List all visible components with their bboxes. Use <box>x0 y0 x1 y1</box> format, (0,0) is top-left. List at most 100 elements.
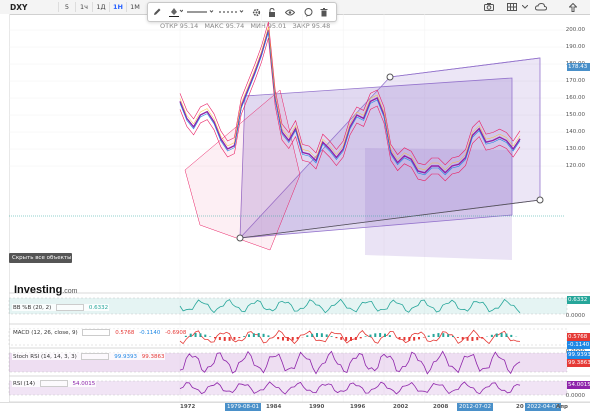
anchor-handle <box>537 197 543 203</box>
x-tick-1972: 1972 <box>180 404 195 410</box>
bubble-icon[interactable] <box>302 6 314 18</box>
macd-hist-bar <box>316 333 318 337</box>
macd-hist-bar <box>219 337 221 340</box>
bb-settings-icon[interactable] <box>56 304 84 311</box>
bb-envelope <box>185 90 300 250</box>
macd-pane-line <box>180 330 520 343</box>
timeframe-5[interactable]: 5 <box>58 2 75 12</box>
macd-hist-bar <box>462 337 464 340</box>
timeframe-1w[interactable]: 1Н <box>109 2 126 12</box>
rsi-settings-icon[interactable] <box>40 380 68 387</box>
rsi-label: RSI (14) 54.0015 <box>12 380 96 387</box>
gear-icon[interactable] <box>250 6 262 18</box>
left-drawing-rail[interactable] <box>0 14 10 411</box>
macd-hist-bar <box>190 334 192 337</box>
macd-hist-bar <box>321 333 323 337</box>
ohlc-open: ОТКР 95.14 <box>160 22 198 30</box>
macd-hist-bar <box>501 333 503 337</box>
macd-hist-bar <box>287 337 289 341</box>
eye-icon[interactable] <box>284 6 296 18</box>
macd-hist-bar <box>267 335 269 337</box>
trash-icon[interactable] <box>318 6 330 18</box>
macd-hist-bar <box>306 335 308 337</box>
symbol-label[interactable]: DXY <box>10 3 27 12</box>
macd-hist-bar <box>199 333 201 337</box>
macd-hist-bar <box>248 334 250 337</box>
trend-line-top <box>390 58 540 77</box>
timeframe-1h[interactable]: 1ч <box>75 2 92 12</box>
macd-hist-bar <box>467 337 469 341</box>
ohlc-low: МИН 95.01 <box>250 22 286 30</box>
macd-hist-bar <box>418 337 420 339</box>
macd-hist-bar <box>214 337 216 338</box>
ma-line <box>180 32 520 175</box>
investing-logo: Investing.com <box>14 284 77 296</box>
line-style-icon[interactable] <box>218 6 246 18</box>
macd-value: 0.5768 <box>115 330 134 336</box>
macd-hist-bar <box>510 335 512 337</box>
x-tick-apr: Апр <box>556 404 568 410</box>
macd-hist-bar <box>413 337 415 341</box>
macd-hist-bar <box>457 337 459 338</box>
timeframe-1m[interactable]: 1М <box>126 2 143 12</box>
macd-hist-bar <box>345 337 347 341</box>
macd-hist-bar <box>428 336 430 337</box>
x-highlight-right: 2012-07-02 <box>457 403 493 411</box>
x-tick-2002: 2002 <box>393 404 408 410</box>
line-color-icon[interactable] <box>186 6 216 18</box>
bb-value: 0.6332 <box>89 305 108 311</box>
arrow-up-icon[interactable] <box>564 1 582 13</box>
macd-hist: -0.6908 <box>165 330 186 336</box>
logo-suffix: .com <box>62 288 77 295</box>
x-tick-1996: 1996 <box>350 404 365 410</box>
cloud-upload-icon[interactable] <box>532 1 550 13</box>
camera-icon[interactable] <box>480 1 498 13</box>
ema-line <box>180 27 520 170</box>
macd-name: MACD (12, 26, close, 9) <box>13 330 78 336</box>
macd-hist-bar <box>292 337 294 341</box>
bb-name: BB %B (20, 2) <box>13 305 51 311</box>
bb-axis-tag: 0.6332 <box>567 296 590 304</box>
rsi-value: 54.0015 <box>72 381 95 387</box>
lock-icon[interactable] <box>266 6 278 18</box>
macd-hist-bar <box>408 337 410 341</box>
trend-fan-shape <box>240 58 540 238</box>
logo-brand: Investing <box>14 284 62 296</box>
macd-hist-bar <box>369 335 371 337</box>
macd-hist-bar <box>350 337 352 341</box>
x-tick-20: 20 <box>516 404 524 410</box>
pencil-icon[interactable] <box>152 6 162 18</box>
x-highlight-left: 1979-08-01 <box>225 403 261 411</box>
stoch-k-tag: 99.9393 <box>567 351 590 359</box>
stoch-k: 99.9393 <box>114 354 137 360</box>
anchor-handle <box>237 235 243 241</box>
rsi-axis-zero: 0.0000 <box>566 393 585 399</box>
anchor-handle <box>387 74 393 80</box>
macd-settings-icon[interactable] <box>82 329 110 336</box>
macd-hist-bar <box>365 336 367 337</box>
macd-hist-bar <box>481 337 483 339</box>
bb-label: BB %B (20, 2) 0.6332 <box>12 304 109 311</box>
main-chart[interactable] <box>0 0 590 411</box>
current-price-tag: 178.43 <box>567 63 590 71</box>
hide-objects-tooltip[interactable]: Скрыть все объекты <box>9 253 72 263</box>
fill-color-icon[interactable] <box>168 6 184 18</box>
stoch-label: Stoch RSI (14, 14, 3, 3) 99.9393 99.3863 <box>12 353 165 360</box>
ohlc-readout: ОТКР 95.14 МАКС 95.74 МИН 95.01 ЗАКР 95.… <box>160 22 334 30</box>
macd-hist-bar <box>437 333 439 337</box>
macd-hist-bar <box>238 337 240 338</box>
macd-hist-bar <box>399 337 401 339</box>
lower-band <box>180 38 520 181</box>
y-tick: 160.00 <box>566 95 585 101</box>
macd-hist-bar <box>452 336 454 337</box>
timeframe-1d[interactable]: 1Д <box>92 2 109 12</box>
macd-hist-bar <box>229 337 231 341</box>
macd-hist-bar <box>209 336 211 337</box>
macd-hist-bar <box>233 337 235 340</box>
macd-hist-bar <box>311 334 313 337</box>
y-tick: 200.00 <box>566 27 585 33</box>
stoch-settings-icon[interactable] <box>81 353 109 360</box>
x-tick-1984: 1984 <box>266 404 281 410</box>
y-tick: 140.00 <box>566 129 585 135</box>
macd-hist-bar <box>224 337 226 341</box>
